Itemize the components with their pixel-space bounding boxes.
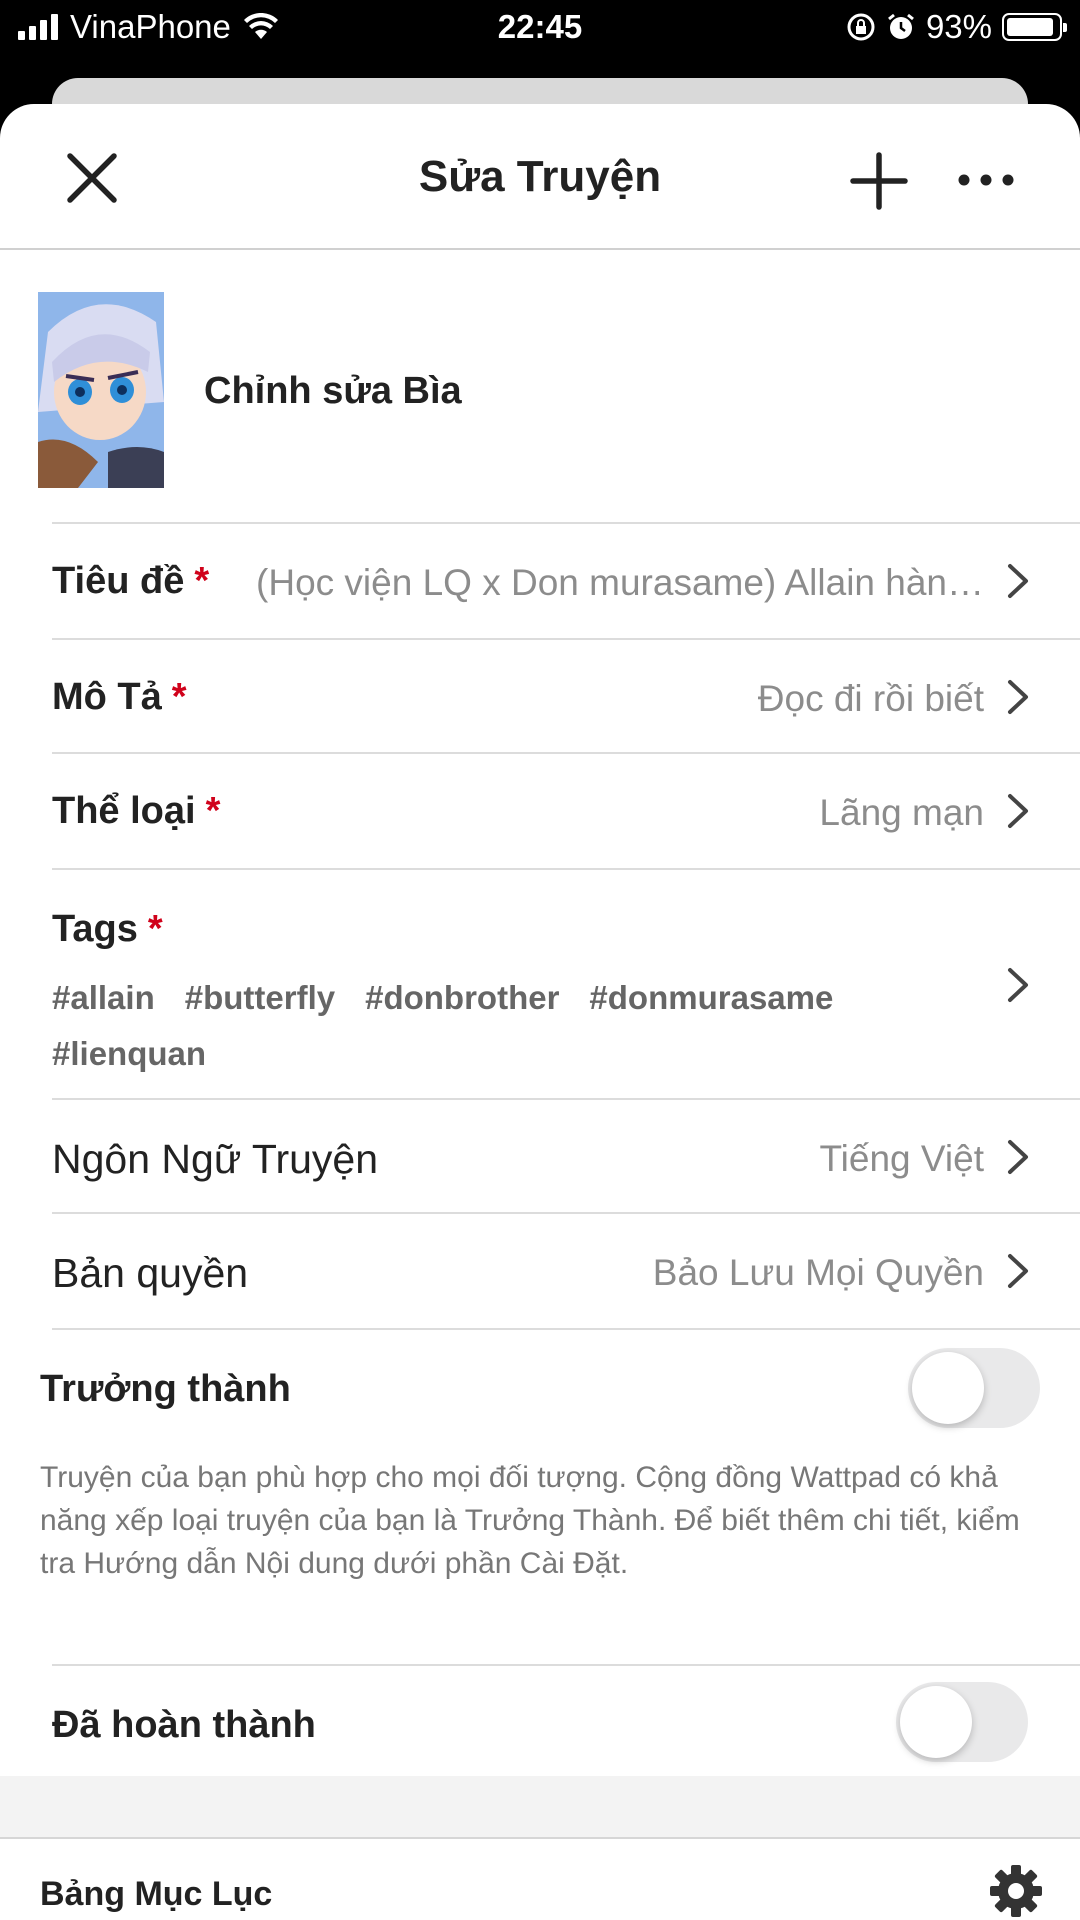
required-marker: * [147,908,163,950]
chevron-right-icon [1008,794,1028,828]
divider [52,1328,1080,1330]
nav-bar: Sửa Truyện [0,104,1080,250]
chevron-right-icon [1008,1140,1028,1174]
mature-description: Truyện của bạn phù hợp cho mọi đối tượng… [40,1461,1020,1580]
title-label: Tiêu đề [52,560,185,602]
edit-cover-row[interactable]: Chỉnh sửa Bìa [0,250,1080,520]
genre-value: Lãng mạn [819,792,984,833]
description-label: Mô Tả [52,676,162,718]
rotation-lock-icon [847,13,875,41]
description-row[interactable]: Mô Tả * Đọc đi rồi biết [52,638,1080,752]
mature-toggle[interactable] [908,1348,1040,1428]
title-value: (Học viện LQ x Don murasame) Allain hàn… [256,562,984,603]
copyright-value: Bảo Lưu Mọi Quyền [652,1252,984,1293]
edit-cover-label: Chỉnh sửa Bìa [204,370,462,412]
chevron-right-icon [1008,564,1028,598]
battery-percent: 93% [925,8,992,45]
chevron-right-icon [1008,968,1028,1002]
chevron-right-icon [1008,680,1028,714]
required-marker: * [194,560,210,602]
tags-row[interactable]: Tags * #allain #butterfly #donbrother #donmu… [52,868,1080,1098]
completed-toggle[interactable] [896,1682,1028,1762]
required-marker: * [205,790,221,832]
toggle-knob [912,1352,984,1424]
tags-label: Tags [52,908,138,950]
gear-icon[interactable] [988,1863,1044,1919]
copyright-row[interactable]: Bản quyền Bảo Lưu Mọi Quyền [52,1212,1080,1328]
genre-label: Thể loại [52,790,196,832]
tag: #lienquan [52,1035,207,1072]
toc-label: Bảng Mục Lục [40,1875,273,1913]
language-row[interactable]: Ngôn Ngữ Truyện Tiếng Việt [52,1098,1080,1212]
completed-label: Đã hoàn thành [52,1704,316,1746]
tags-list: #allain #butterfly #donbrother #donmurasame… [52,970,952,1082]
status-bar: VinaPhone 22:45 93% [0,0,1080,56]
language-label: Ngôn Ngữ Truyện [52,1136,378,1182]
edit-story-sheet: Sửa Truyện Chỉnh sửa Bìa Tiêu đề * (Học … [0,104,1080,1920]
tag: #butterfly [184,979,336,1016]
more-icon[interactable] [956,160,1016,200]
language-value: Tiếng Việt [819,1138,984,1179]
cover-art [38,292,164,488]
tag: #allain [52,979,155,1016]
mature-label: Trưởng thành [40,1368,291,1410]
description-value: Đọc đi rồi biết [757,678,984,719]
title-row[interactable]: Tiêu đề * (Học viện LQ x Don murasame) Al… [52,522,1080,638]
genre-row[interactable]: Thể loại * Lãng mạn [52,752,1080,868]
toggle-knob [900,1686,972,1758]
battery-icon [1002,13,1067,41]
copyright-label: Bản quyền [52,1250,249,1296]
cover-image[interactable] [38,292,164,488]
tag: #donmurasame [589,979,834,1016]
plus-icon[interactable] [850,152,908,210]
table-of-contents-header[interactable]: Bảng Mục Lục [0,1837,1080,1920]
required-marker: * [171,676,187,718]
alarm-icon [888,13,914,39]
page-title: Sửa Truyện [418,152,662,201]
chevron-right-icon [1008,1254,1028,1288]
tag: #donbrother [365,979,560,1016]
